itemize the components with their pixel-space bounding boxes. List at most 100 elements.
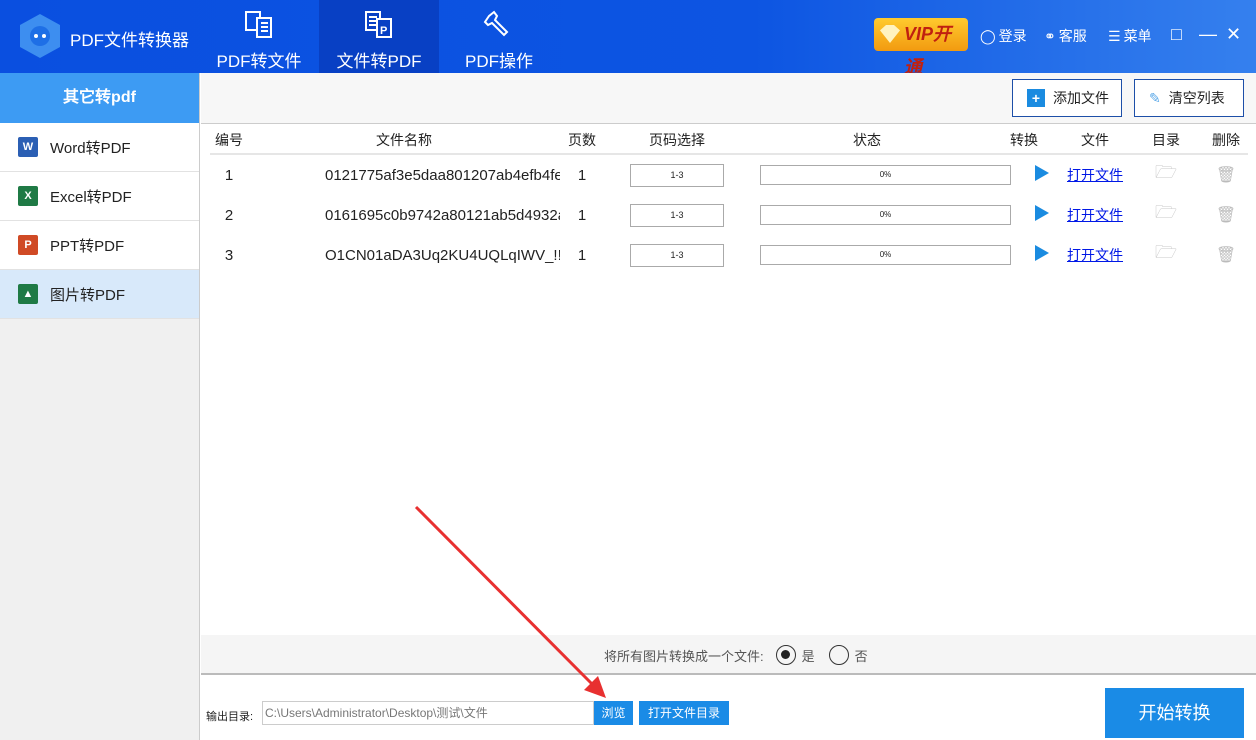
start-convert-button[interactable]: 开始转换 xyxy=(1105,688,1244,738)
tab-pdf-operations[interactable]: PDF操作 xyxy=(439,0,559,73)
login-button[interactable]: ◯ 登录 xyxy=(980,26,1027,46)
login-label: 登录 xyxy=(998,28,1027,44)
row-pages: 1 xyxy=(577,206,587,224)
merge-yes-radio[interactable] xyxy=(775,645,796,665)
tab-label: 文件转PDF xyxy=(336,52,422,71)
image-icon: ▲ xyxy=(18,284,38,304)
table-row: 1 0121775af3e5daa801207ab4efb4fe 1 1-3 0… xyxy=(210,155,1248,195)
row-pages: 1 xyxy=(577,166,587,184)
row-filename: 0121775af3e5daa801207ab4efb4fe xyxy=(325,166,560,184)
col-delete: 删除 xyxy=(1212,132,1240,148)
clear-list-label: 清空列表 xyxy=(1168,90,1225,106)
clear-list-button[interactable]: ✎ 清空列表 xyxy=(1134,79,1244,117)
tab-label: PDF转文件 xyxy=(216,52,302,71)
tab-file-to-pdf[interactable]: P 文件转PDF xyxy=(319,0,439,73)
sidebar-item-ppt[interactable]: P PPT转PDF xyxy=(0,221,199,270)
table-row: 3 O1CN01aDA3Uq2KU4UQLqIWV_!!( 1 1-3 0% 打… xyxy=(210,235,1248,275)
browse-button[interactable]: 浏览 xyxy=(594,701,633,725)
sidebar-item-excel[interactable]: X Excel转PDF xyxy=(0,172,199,221)
headset-icon: ⚭ xyxy=(1044,27,1056,44)
sidebar-item-label: PPT转PDF xyxy=(50,237,125,255)
user-icon: ◯ xyxy=(980,27,996,44)
vip-label: VIP开通 xyxy=(904,24,952,77)
play-icon[interactable] xyxy=(1035,245,1049,261)
menu-label: 菜单 xyxy=(1123,28,1152,44)
play-icon[interactable] xyxy=(1035,165,1049,181)
sidebar-item-label: Word转PDF xyxy=(50,139,131,157)
app-title: PDF文件转换器 xyxy=(70,31,189,50)
sidebar-item-label: 图片转PDF xyxy=(50,286,126,304)
col-name: 文件名称 xyxy=(376,132,432,148)
col-dir: 目录 xyxy=(1152,132,1180,148)
open-file-link[interactable]: 打开文件 xyxy=(1067,167,1123,183)
folder-icon[interactable]: 🗁 xyxy=(1126,200,1206,230)
col-pages: 页数 xyxy=(568,132,596,148)
page-range-input[interactable]: 1-3 xyxy=(630,243,724,267)
progress-bar: 0% xyxy=(760,245,1011,265)
play-icon[interactable] xyxy=(1035,205,1049,221)
merge-yes-label: 是 xyxy=(801,648,815,664)
merge-no-radio[interactable] xyxy=(828,645,849,665)
trash-icon[interactable]: 🗑 xyxy=(1206,165,1246,185)
row-no: 2 xyxy=(224,206,234,224)
sidebar-item-label: Excel转PDF xyxy=(50,188,132,206)
progress-bar: 0% xyxy=(760,205,1011,225)
table-row: 2 0161695c0b9742a80121ab5d4932a 1 1-3 0%… xyxy=(210,195,1248,235)
open-file-link[interactable]: 打开文件 xyxy=(1067,247,1123,263)
merge-no-label: 否 xyxy=(854,648,868,664)
svg-text:P: P xyxy=(380,25,387,37)
add-file-label: 添加文件 xyxy=(1053,90,1109,106)
col-no: 编号 xyxy=(215,132,243,148)
menu-button[interactable]: ☰ 菜单 xyxy=(1108,26,1152,46)
tab-pdf-to-file[interactable]: PDF转文件 xyxy=(199,0,319,73)
sidebar-title: 其它转pdf xyxy=(0,73,199,123)
toolbar: + 添加文件 ✎ 清空列表 xyxy=(201,73,1256,124)
vip-button[interactable]: VIP开通 xyxy=(874,18,968,77)
folder-icon[interactable]: 🗁 xyxy=(1126,160,1206,190)
open-file-link[interactable]: 打开文件 xyxy=(1067,207,1123,223)
progress-bar: 0% xyxy=(760,165,1011,185)
word-icon: W xyxy=(18,137,38,157)
folder-icon[interactable]: 🗁 xyxy=(1126,240,1206,270)
add-file-button[interactable]: + 添加文件 xyxy=(1012,79,1122,117)
col-file: 文件 xyxy=(1081,132,1109,148)
wrench-icon xyxy=(483,10,509,37)
bottom-bar: 输出目录: C:\Users\Administrator\Desktop\测试\… xyxy=(201,677,1256,740)
merge-option-bar: 将所有图片转换成一个文件: 是 否 xyxy=(201,635,1256,675)
page-range-input[interactable]: 1-3 xyxy=(630,203,724,227)
service-button[interactable]: ⚭ 客服 xyxy=(1044,26,1087,46)
row-no: 3 xyxy=(224,246,234,264)
output-path-input[interactable]: C:\Users\Administrator\Desktop\测试\文件 xyxy=(262,701,594,725)
excel-icon: X xyxy=(18,186,38,206)
trash-icon[interactable]: 🗑 xyxy=(1206,205,1246,225)
title-bar: PDF文件转换器 PDF转文件 P 文件转PDF PDF操作 VIP开通 ◯ 登录… xyxy=(0,0,1256,77)
tab-label: PDF操作 xyxy=(465,52,533,71)
minimize-button[interactable]: — xyxy=(1199,24,1217,45)
diamond-icon xyxy=(880,25,900,43)
row-filename: 0161695c0b9742a80121ab5d4932a xyxy=(325,206,560,224)
ppt-icon: P xyxy=(18,235,38,255)
trash-icon[interactable]: 🗑 xyxy=(1206,245,1246,265)
col-status: 状态 xyxy=(853,132,881,148)
close-button[interactable]: ✕ xyxy=(1226,24,1241,45)
col-convert: 转换 xyxy=(1010,132,1038,148)
file-table: 编号 文件名称 页数 页码选择 状态 转换 文件 目录 删除 1 0121775… xyxy=(210,127,1248,275)
maximize-button[interactable]: □ xyxy=(1171,24,1182,45)
sidebar: 其它转pdf W Word转PDF X Excel转PDF P PPT转PDF ▲ 图片… xyxy=(0,73,200,740)
row-no: 1 xyxy=(224,166,234,184)
row-pages: 1 xyxy=(577,246,587,264)
sidebar-item-word[interactable]: W Word转PDF xyxy=(0,123,199,172)
open-dir-button[interactable]: 打开文件目录 xyxy=(639,701,729,725)
app-logo-icon xyxy=(20,14,60,58)
output-dir-label: 输出目录: xyxy=(206,711,254,723)
menu-icon: ☰ xyxy=(1108,27,1121,44)
page-range-input[interactable]: 1-3 xyxy=(630,163,724,187)
add-icon: + xyxy=(1027,89,1045,107)
col-range: 页码选择 xyxy=(649,132,705,148)
sidebar-item-image[interactable]: ▲ 图片转PDF xyxy=(0,270,199,319)
file-to-pdf-icon: P xyxy=(365,11,392,38)
row-filename: O1CN01aDA3Uq2KU4UQLqIWV_!!( xyxy=(325,246,560,264)
broom-icon: ✎ xyxy=(1149,89,1161,106)
table-header: 编号 文件名称 页数 页码选择 状态 转换 文件 目录 删除 xyxy=(210,127,1248,155)
pdf-to-file-icon xyxy=(245,11,272,38)
